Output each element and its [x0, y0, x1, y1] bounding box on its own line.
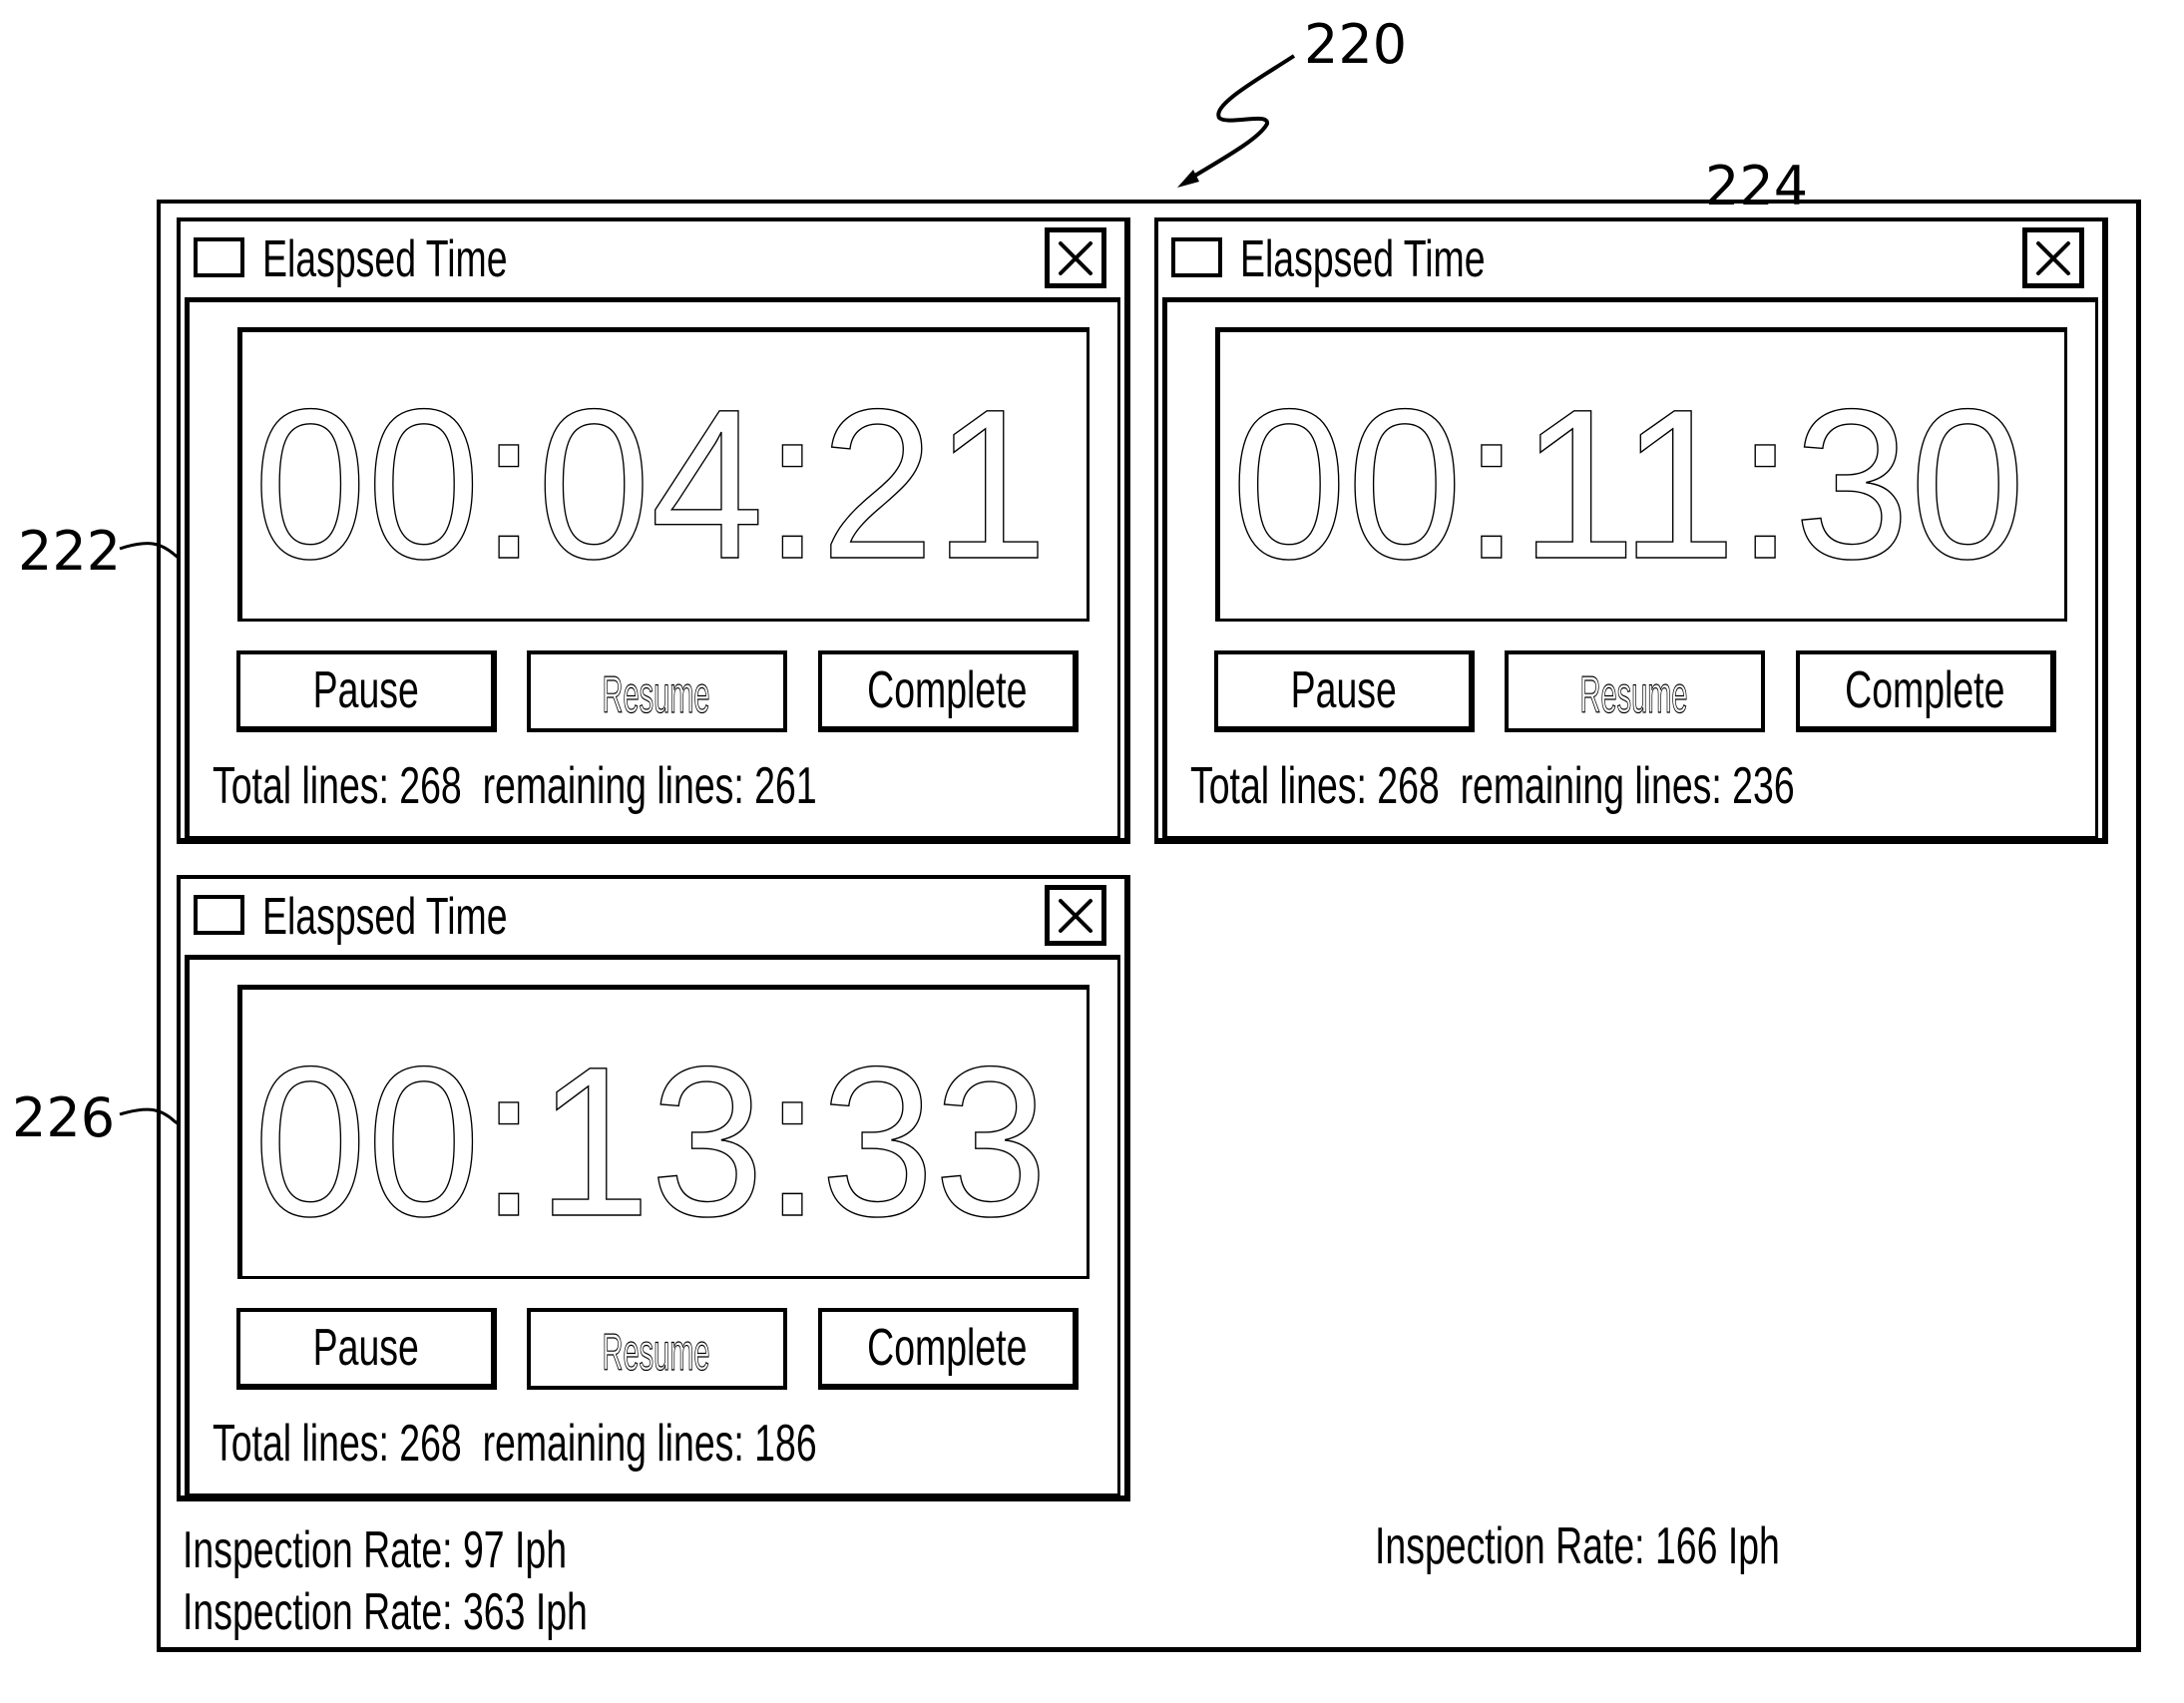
line-count-status: Total lines: 268 remaining lines: 261 — [213, 757, 817, 815]
timer-readout: 00:13:33 — [252, 1022, 1048, 1261]
window-title: Elaspsed Time — [262, 230, 508, 288]
window-content: 00:04:21 Pause Resume Complete Total lin… — [185, 297, 1120, 839]
resume-button[interactable]: Resume — [527, 650, 787, 732]
window-checkbox[interactable] — [194, 237, 244, 277]
ref-label-222: 222 — [18, 520, 122, 583]
close-button[interactable] — [1045, 885, 1106, 946]
close-button[interactable] — [1045, 227, 1106, 288]
window-title: Elaspsed Time — [262, 888, 508, 946]
timer-readout: 00:11:30 — [1230, 364, 2025, 604]
ref-label-220: 220 — [1304, 13, 1408, 76]
ref-label-226: 226 — [12, 1086, 116, 1149]
window-checkbox[interactable] — [194, 895, 244, 935]
resume-button[interactable]: Resume — [1505, 650, 1765, 732]
inspection-rate-left-1: Inspection Rate: 97 Iph — [183, 1521, 568, 1579]
complete-button[interactable]: Complete — [1796, 650, 2056, 732]
window-checkbox[interactable] — [1171, 237, 1222, 277]
resume-button[interactable]: Resume — [527, 1308, 787, 1390]
window-content: 00:11:30 Pause Resume Complete Total lin… — [1162, 297, 2098, 839]
timer-window-1: Elaspsed Time 00:04:21 Pause Resume Comp… — [177, 217, 1130, 844]
close-x-icon — [1059, 899, 1092, 933]
svg-text:Resume: Resume — [603, 1324, 710, 1382]
pause-button[interactable]: Pause — [236, 650, 497, 732]
elapsed-time-display: 00:04:21 — [237, 327, 1090, 622]
complete-button[interactable]: Complete — [818, 1308, 1079, 1390]
arrowhead-icon — [1177, 170, 1199, 188]
close-button[interactable] — [2022, 227, 2084, 288]
complete-button[interactable]: Complete — [818, 650, 1079, 732]
close-x-icon — [1059, 241, 1092, 275]
resume-label-disabled: Resume — [602, 665, 710, 724]
leader-220-arrow — [1183, 54, 1296, 184]
svg-text:Resume: Resume — [603, 666, 710, 724]
elapsed-time-display: 00:13:33 — [237, 985, 1090, 1279]
elapsed-time-display: 00:11:30 — [1215, 327, 2067, 622]
line-count-status: Total lines: 268 remaining lines: 236 — [1190, 757, 1795, 815]
inspection-rate-left-2: Inspection Rate: 363 Iph — [183, 1583, 588, 1641]
resume-label-disabled: Resume — [602, 1323, 710, 1382]
pause-button[interactable]: Pause — [1214, 650, 1475, 732]
window-title: Elaspsed Time — [1240, 230, 1486, 288]
timer-value: 00:11:30 — [1231, 365, 2025, 604]
inspection-rate-right: Inspection Rate: 166 Iph — [1375, 1517, 1780, 1575]
timer-window-2: Elaspsed Time 00:11:30 Pause Resume Comp… — [1154, 217, 2108, 844]
timer-value: 00:13:33 — [253, 1023, 1048, 1261]
svg-text:Resume: Resume — [1580, 666, 1688, 724]
window-content: 00:13:33 Pause Resume Complete Total lin… — [185, 955, 1120, 1496]
line-count-status: Total lines: 268 remaining lines: 186 — [213, 1415, 817, 1473]
timer-readout: 00:04:21 — [252, 364, 1048, 604]
resume-label-disabled: Resume — [1579, 665, 1688, 724]
close-x-icon — [2036, 241, 2070, 275]
timer-value: 00:04:21 — [253, 365, 1048, 604]
pause-button[interactable]: Pause — [236, 1308, 497, 1390]
timer-window-3: Elaspsed Time 00:13:33 Pause Resume Comp… — [177, 875, 1130, 1501]
